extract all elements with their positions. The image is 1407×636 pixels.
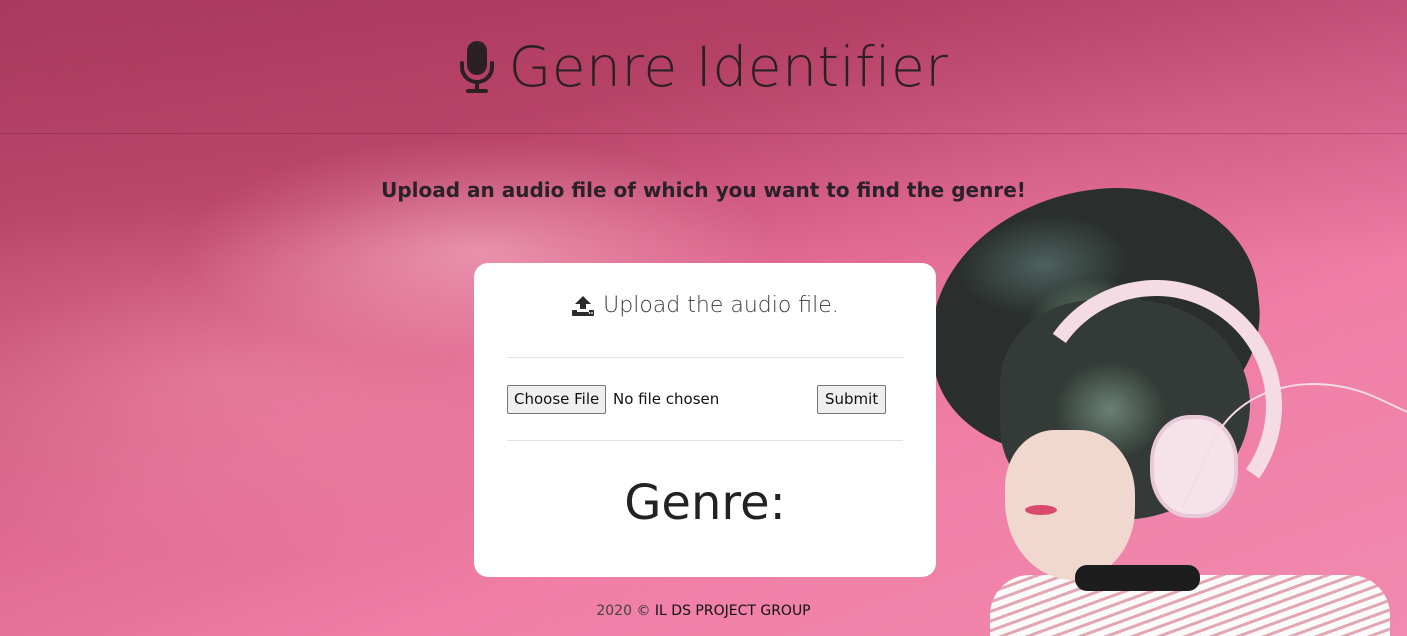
genre-result: Genre: [624,475,786,531]
page-header: Genre Identifier [0,0,1407,134]
brand: Genre Identifier [459,35,949,99]
upload-icon [572,295,595,316]
choose-file-button[interactable]: Choose File [507,385,607,414]
card-title: Upload the audio file. [474,293,936,318]
file-status: No file chosen [613,390,720,408]
photo-lips [1025,505,1057,515]
photo-choker [1075,565,1200,591]
submit-button[interactable]: Submit [817,385,887,414]
copyright-symbol: © [636,603,651,619]
page-subtitle: Upload an audio file of which you want t… [381,178,1026,202]
page-title: Genre Identifier [508,34,949,99]
divider-bottom [507,440,903,441]
background-photo [880,180,1407,636]
footer: 2020 © IL DS PROJECT GROUP [0,603,1407,619]
card-title-text: Upload the audio file. [603,293,839,318]
microphone-icon [459,40,494,93]
upload-card: Upload the audio file. Choose File No fi… [474,263,936,577]
upload-form: Choose File No file chosen Submit [507,384,903,416]
divider-top [507,357,903,358]
footer-group: IL DS PROJECT GROUP [654,603,811,619]
footer-year: 2020 [596,603,632,619]
